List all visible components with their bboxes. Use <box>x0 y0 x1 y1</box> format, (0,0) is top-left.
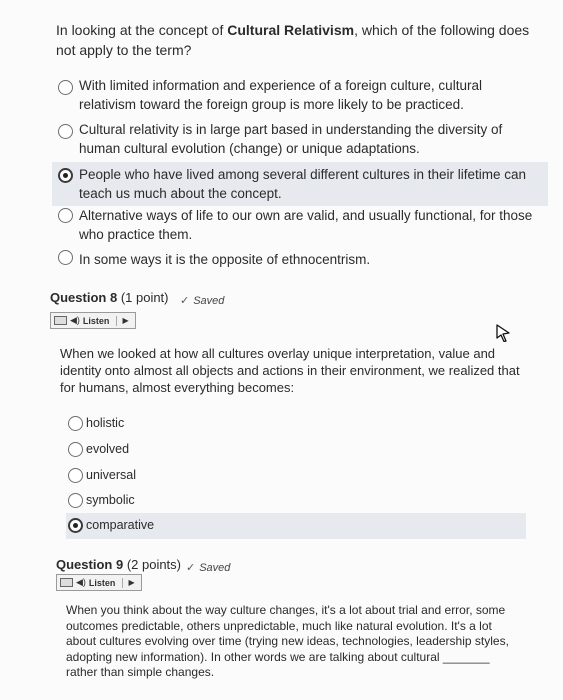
listen-label: Listen <box>89 577 124 588</box>
listen-label: Listen <box>83 315 118 326</box>
radio-button[interactable] <box>58 124 73 139</box>
speaker-icon: ◀) <box>70 315 80 325</box>
radio-button[interactable] <box>58 80 73 95</box>
play-icon[interactable]: ▶ <box>128 578 134 587</box>
play-icon[interactable]: ▶ <box>122 316 128 325</box>
question-7-prefix: In looking at the concept of <box>56 22 228 38</box>
question-9-title: Question 9 <box>56 557 124 572</box>
question-9-points: (2 points) <box>126 557 182 572</box>
q8-option-holistic[interactable]: holistic <box>66 413 526 437</box>
question-8-points: (1 point) <box>120 290 169 305</box>
question-9-header: Question 9 (2 points) <box>56 557 181 572</box>
q7-option-4[interactable]: Alternative ways of life to our own are … <box>52 208 548 248</box>
listen-button[interactable]: ◀) Listen ▶ <box>56 574 142 591</box>
radio-button-selected[interactable] <box>68 518 83 533</box>
q8-option-holistic-label: holistic <box>86 416 125 430</box>
q7-option-3-label: People who have lived among several diff… <box>79 167 526 201</box>
q7-option-2-label: Cultural relativity is in large part bas… <box>79 122 503 156</box>
question-9-text: When you think about the way culture cha… <box>66 603 509 679</box>
question-8-text: When we looked at how all cultures overl… <box>60 346 520 395</box>
question-9-saved-label: Saved <box>199 562 231 574</box>
question-8-title: Question 8 <box>50 290 118 305</box>
q8-option-universal[interactable]: universal <box>66 465 526 489</box>
radio-button[interactable] <box>68 442 83 457</box>
checkmark-icon: ✓ <box>180 295 190 307</box>
q7-option-1[interactable]: With limited information and experience … <box>52 76 548 116</box>
q7-option-2[interactable]: Cultural relativity is in large part bas… <box>52 120 548 160</box>
mouse-cursor-icon <box>496 324 510 342</box>
q8-option-symbolic-label: symbolic <box>86 493 135 507</box>
toolbar-icon <box>60 578 73 587</box>
checkmark-icon: ✓ <box>186 562 196 574</box>
q8-option-evolved[interactable]: evolved <box>66 439 526 463</box>
radio-button[interactable] <box>58 250 73 265</box>
q8-option-comparative-label: comparative <box>86 518 155 532</box>
question-8-header: Question 8 (1 point) <box>50 290 169 305</box>
radio-button[interactable] <box>68 493 83 508</box>
q7-option-1-label: With limited information and experience … <box>79 78 482 112</box>
question-7-term: Cultural Relativism <box>227 22 355 38</box>
question-8-saved-status: ✓ Saved <box>180 294 224 307</box>
q7-option-5[interactable]: In some ways it is the opposite of ethno… <box>52 250 548 272</box>
question-8-saved-label: Saved <box>193 295 225 307</box>
q8-option-universal-label: universal <box>86 468 137 482</box>
radio-button-selected[interactable] <box>58 168 73 183</box>
radio-button[interactable] <box>68 416 83 431</box>
question-9-saved-status: ✓ Saved <box>186 561 230 574</box>
radio-button[interactable] <box>58 208 73 223</box>
speaker-icon: ◀) <box>76 577 86 587</box>
q8-option-symbolic[interactable]: symbolic <box>66 490 526 514</box>
q7-option-4-label: Alternative ways of life to our own are … <box>79 208 533 242</box>
q8-option-evolved-label: evolved <box>86 442 130 456</box>
toolbar-icon <box>54 316 67 325</box>
q7-option-5-label: In some ways it is the opposite of ethno… <box>79 252 371 267</box>
q7-option-3[interactable]: People who have lived among several diff… <box>52 162 548 206</box>
q8-option-comparative[interactable]: comparative <box>66 513 526 539</box>
radio-button[interactable] <box>68 468 83 483</box>
listen-button[interactable]: ◀) Listen ▶ <box>50 312 136 329</box>
question-7-text: In looking at the concept of Cultural Re… <box>56 20 536 60</box>
